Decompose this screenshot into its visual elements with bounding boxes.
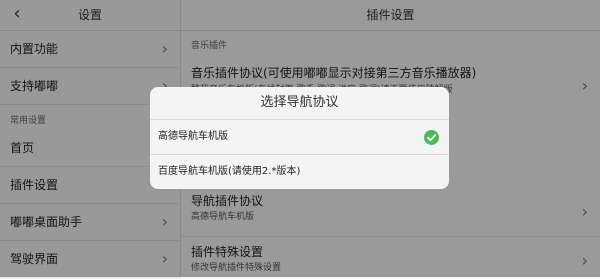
option-label: 高德导航车机版: [158, 131, 228, 142]
dialog-option-baidu[interactable]: 百度导航车机版(请使用2.*版本): [150, 155, 449, 189]
check-circle-icon: [424, 130, 439, 145]
dialog-option-amap[interactable]: 高德导航车机版: [150, 120, 449, 155]
option-label: 百度导航车机版(请使用2.*版本): [158, 166, 301, 177]
nav-protocol-dialog: 选择导航协议 高德导航车机版 百度导航车机版(请使用2.*版本): [150, 87, 449, 189]
dialog-title: 选择导航协议: [150, 87, 449, 120]
